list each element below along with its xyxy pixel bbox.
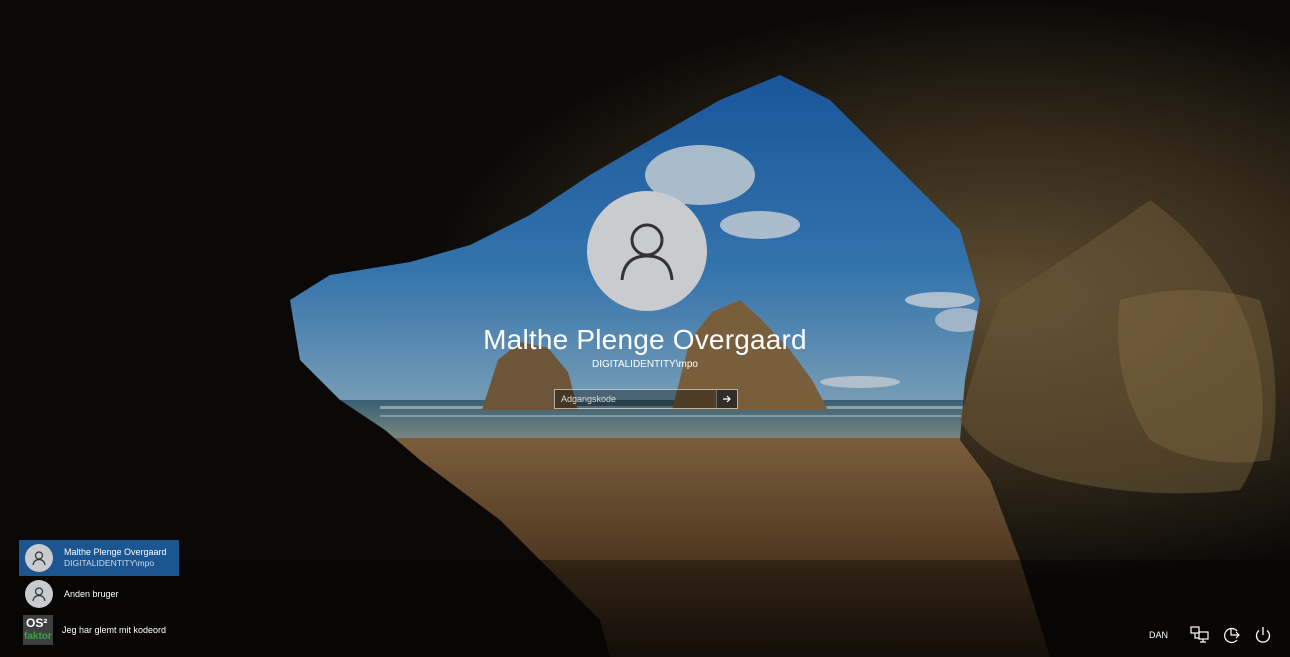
user-silhouette-icon: [32, 587, 46, 602]
power-icon[interactable]: [1254, 626, 1272, 644]
account-item-forgot-password[interactable]: OS² faktor Jeg har glemt mit kodeord: [19, 612, 179, 648]
accessibility-icon[interactable]: [1222, 626, 1242, 644]
password-input[interactable]: [555, 390, 717, 408]
account-list: Malthe Plenge Overgaard DIGITALIDENTITY\…: [19, 540, 179, 648]
account-domain: DIGITALIDENTITY\mpo: [64, 558, 155, 568]
user-silhouette-icon: [32, 551, 46, 566]
network-icon[interactable]: [1190, 626, 1210, 644]
arrow-right-icon: [723, 395, 731, 403]
account-item-current-user[interactable]: Malthe Plenge Overgaard DIGITALIDENTITY\…: [19, 540, 179, 576]
user-silhouette-icon: [620, 223, 674, 281]
account-name: Jeg har glemt mit kodeord: [62, 624, 167, 635]
os2faktor-logo: OS² faktor: [23, 615, 53, 645]
user-avatar: [587, 191, 707, 311]
account-avatar: [25, 544, 53, 572]
account-name: Malthe Plenge Overgaard: [64, 547, 167, 557]
account-item-other-user[interactable]: Anden bruger: [19, 576, 179, 612]
account-name: Anden bruger: [64, 588, 119, 599]
language-indicator[interactable]: DAN: [1149, 630, 1168, 640]
password-box: [554, 389, 738, 409]
user-display-name: Malthe Plenge Overgaard: [483, 324, 807, 355]
system-tray: DAN: [1149, 624, 1272, 646]
user-domain: DIGITALIDENTITY\mpo: [592, 359, 698, 370]
submit-button[interactable]: [716, 390, 737, 408]
account-avatar: [25, 580, 53, 608]
